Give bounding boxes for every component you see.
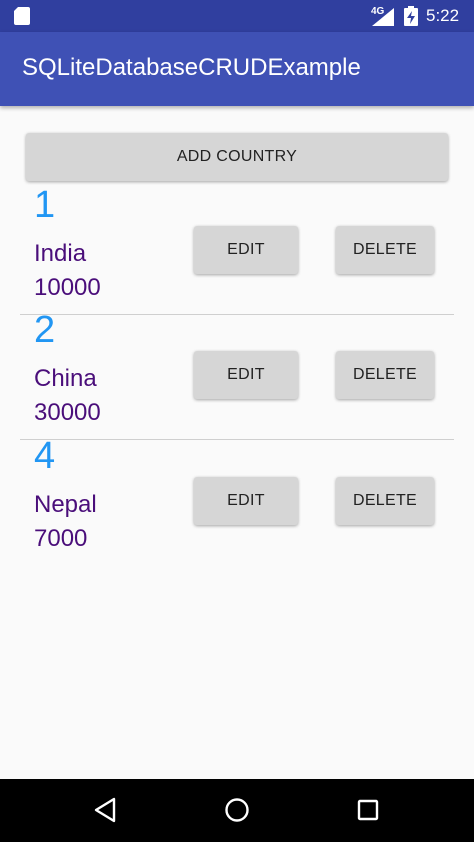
back-icon[interactable] xyxy=(93,797,117,823)
add-country-button[interactable]: ADD COUNTRY xyxy=(26,133,448,181)
row-divider xyxy=(20,439,454,440)
clock: 5:22 xyxy=(426,6,460,25)
country-population: 7000 xyxy=(34,525,88,552)
app-bar: SQLiteDatabaseCRUDExample xyxy=(0,32,474,106)
navigation-bar xyxy=(0,779,474,842)
country-population: 10000 xyxy=(34,274,101,301)
country-row: 1 India 10000 EDIT DELETE xyxy=(20,184,454,315)
delete-button[interactable]: DELETE xyxy=(336,226,434,274)
app-title: SQLiteDatabaseCRUDExample xyxy=(22,54,361,81)
country-name: Nepal xyxy=(34,491,97,518)
home-icon[interactable] xyxy=(224,797,250,823)
sd-card-icon xyxy=(14,7,30,25)
edit-button[interactable]: EDIT xyxy=(194,226,298,274)
country-id: 2 xyxy=(34,309,56,351)
country-id: 1 xyxy=(34,184,56,226)
country-id: 4 xyxy=(34,435,56,477)
battery-charging-icon xyxy=(404,6,418,26)
country-population: 30000 xyxy=(34,399,101,426)
status-bar: 4G 5:22 xyxy=(0,0,474,32)
country-name: India xyxy=(34,240,87,267)
country-row: 2 China 30000 EDIT DELETE xyxy=(20,309,454,440)
delete-button[interactable]: DELETE xyxy=(336,477,434,525)
country-row: 4 Nepal 7000 EDIT DELETE xyxy=(20,435,454,566)
edit-button[interactable]: EDIT xyxy=(194,477,298,525)
recents-icon[interactable] xyxy=(357,799,379,821)
country-name: China xyxy=(34,365,97,392)
edit-button[interactable]: EDIT xyxy=(194,351,298,399)
signal-icon xyxy=(372,8,394,26)
delete-button[interactable]: DELETE xyxy=(336,351,434,399)
